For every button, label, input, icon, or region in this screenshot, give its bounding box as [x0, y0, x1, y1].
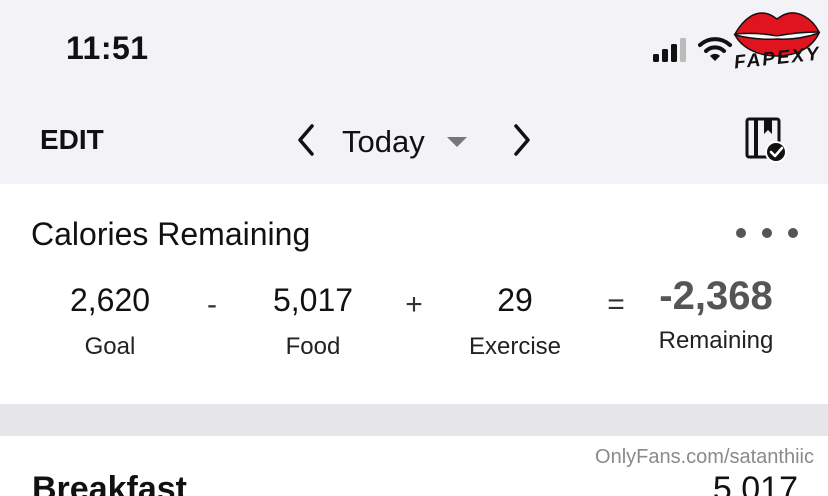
exercise-label: Exercise [468, 333, 562, 360]
date-selector[interactable]: Today [342, 120, 467, 164]
caret-down-icon [446, 137, 467, 147]
food-value: 5,017 [272, 282, 354, 318]
food-column: 5,017 Food [223, 282, 403, 361]
exercise-column: 29 Exercise [425, 282, 605, 361]
goal-column: 2,620 Goal [20, 282, 200, 361]
chevron-left-icon[interactable] [292, 120, 322, 160]
calories-remaining-card: Calories Remaining 2,620 Goal - 5,017 Fo… [0, 184, 828, 404]
diary-complete-icon[interactable] [744, 116, 788, 164]
nav-bar: EDIT Today [0, 100, 828, 184]
status-time: 11:51 [66, 30, 149, 66]
meal-total: 5,017 [712, 470, 798, 496]
meal-title: Breakfast [32, 470, 187, 496]
cellular-signal-icon [653, 38, 686, 62]
card-title: Calories Remaining [31, 216, 311, 252]
breakfast-section[interactable]: Breakfast 5,017 OnlyFans.com/satanthiic [0, 436, 828, 496]
edit-button[interactable]: EDIT [40, 124, 104, 156]
exercise-value: 29 [497, 282, 533, 318]
more-options-icon[interactable] [736, 222, 798, 244]
remaining-value: -2,368 [659, 274, 773, 318]
watermark-url: OnlyFans.com/satanthiic [595, 446, 814, 468]
food-label: Food [285, 333, 341, 360]
remaining-column: -2,368 Remaining [626, 274, 806, 355]
wifi-icon [698, 37, 732, 61]
goal-value: 2,620 [69, 282, 151, 318]
chevron-right-icon[interactable] [506, 120, 536, 160]
status-bar: 11:51 FAPEXY [0, 0, 828, 100]
goal-label: Goal [84, 333, 136, 360]
date-label: Today [342, 124, 425, 159]
section-divider [0, 404, 828, 436]
remaining-label: Remaining [658, 327, 774, 354]
